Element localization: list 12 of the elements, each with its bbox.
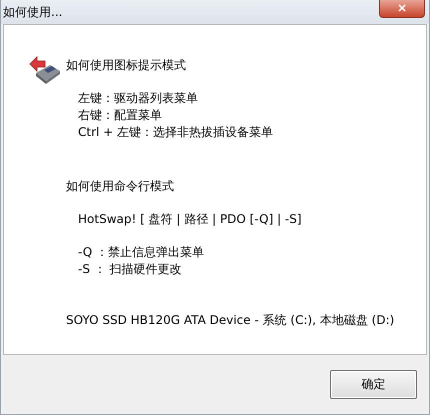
window-title: 如何使用... — [3, 4, 62, 20]
drive-eject-icon — [28, 55, 62, 85]
instruction-line: -S ： 扫描硬件更改 — [78, 261, 183, 278]
instruction-line: -Q ：禁止信息弹出菜单 — [78, 244, 206, 261]
instruction-line: 右键：配置菜单 — [78, 107, 163, 124]
section-heading: 如何使用图标提示模式 — [66, 57, 187, 74]
section-heading: 如何使用命令行模式 — [66, 178, 175, 195]
ok-button[interactable]: 确定 — [330, 370, 417, 399]
instruction-line: 左键：驱动器列表菜单 — [78, 90, 199, 107]
device-info: SOYO SSD HB120G ATA Device - 系统 (C:), 本地磁盘 (D:) — [66, 312, 394, 329]
instruction-line: HotSwap! [ 盘符 | 路径 | PDO [-Q] | -S] — [78, 211, 303, 228]
instruction-line: Ctrl + 左键：选择非热拔插设备菜单 — [78, 124, 274, 141]
